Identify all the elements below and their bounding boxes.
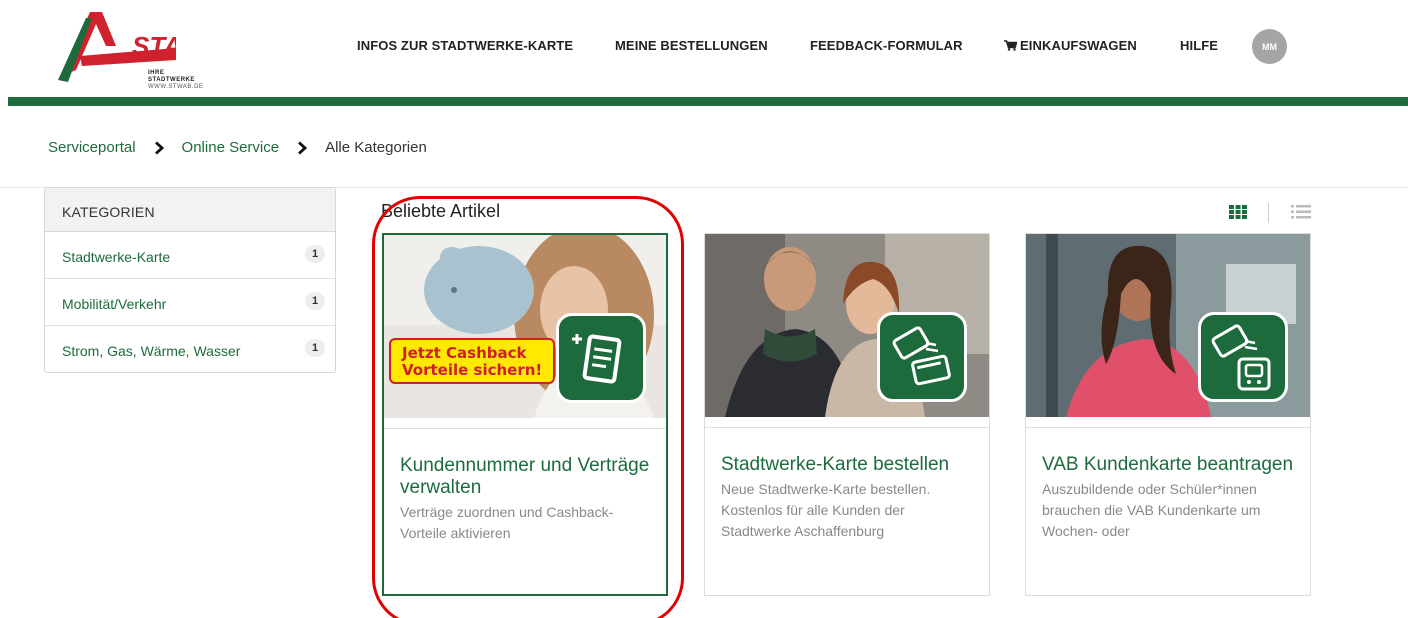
card-description: Verträge zuordnen und Cashback-Vorteile … bbox=[400, 504, 614, 541]
sidebar-item-label: Strom, Gas, Wärme, Wasser bbox=[62, 343, 241, 359]
count-badge: 1 bbox=[305, 292, 325, 310]
contract-list-icon bbox=[556, 313, 646, 403]
cashback-promo-label: Jetzt Cashback Vorteile sichern! bbox=[389, 338, 555, 384]
card-description: Auszubildende oder Schüler*innen brauche… bbox=[1042, 481, 1261, 539]
category-sidebar: KATEGORIEN Stadtwerke-Karte 1 Mobilität/… bbox=[44, 187, 336, 373]
card-order-icon bbox=[877, 312, 967, 402]
site-header: STA IHRE STADTWERKE WWW.STWAB.DE INFOS Z… bbox=[0, 0, 1408, 97]
bus-card-icon bbox=[1198, 312, 1288, 402]
nav-infos-stadtwerke-karte[interactable]: INFOS ZUR STADTWERKE-KARTE bbox=[357, 38, 573, 53]
card-title[interactable]: Stadtwerke-Karte bestellen bbox=[721, 454, 973, 476]
card-text-fade bbox=[705, 565, 989, 595]
article-card-vab-kundenkarte[interactable]: VAB Kundenkarte beantragen Auszubildende… bbox=[1025, 233, 1311, 596]
list-view-icon[interactable] bbox=[1291, 205, 1311, 219]
section-title: Beliebte Artikel bbox=[381, 201, 501, 221]
view-toggle-divider bbox=[1268, 203, 1269, 223]
nav-meine-bestellungen[interactable]: MEINE BESTELLUNGEN bbox=[615, 38, 768, 53]
header-accent-bar bbox=[8, 97, 1408, 106]
sidebar-title: KATEGORIEN bbox=[45, 188, 335, 232]
card-spacer bbox=[384, 418, 666, 429]
grid-view-icon[interactable] bbox=[1229, 205, 1247, 219]
card-description: Neue Stadtwerke-Karte bestellen. Kostenl… bbox=[721, 481, 931, 539]
breadcrumb: Serviceportal Online Service Alle Katego… bbox=[48, 139, 427, 156]
article-card-kundennummer[interactable]: Jetzt Cashback Vorteile sichern! Kundenn… bbox=[382, 233, 668, 596]
breadcrumb-online-service[interactable]: Online Service bbox=[182, 139, 280, 156]
sidebar-item-label: Mobilität/Verkehr bbox=[62, 296, 167, 312]
nav-feedback-formular[interactable]: FEEDBACK-FORMULAR bbox=[810, 38, 963, 53]
nav-hilfe[interactable]: HILFE bbox=[1180, 38, 1218, 53]
asta-logo[interactable]: STA IHRE STADTWERKE WWW.STWAB.DE bbox=[56, 10, 203, 92]
card-spacer bbox=[1026, 417, 1310, 428]
sidebar-item-strom-gas-waerme-wasser[interactable]: Strom, Gas, Wärme, Wasser 1 bbox=[45, 326, 335, 372]
nav-einkaufswagen-label: EINKAUFSWAGEN bbox=[1020, 38, 1137, 53]
card-title[interactable]: Kundennummer und Verträge verwalten bbox=[400, 455, 650, 499]
logo-tagline: IHRE STADTWERKE WWW.STWAB.DE bbox=[148, 70, 204, 90]
card-image: Jetzt Cashback Vorteile sichern! bbox=[384, 235, 666, 418]
sidebar-item-mobilitaet-verkehr[interactable]: Mobilität/Verkehr 1 bbox=[45, 279, 335, 326]
article-card-stadtwerke-karte[interactable]: Stadtwerke-Karte bestellen Neue Stadtwer… bbox=[704, 233, 990, 596]
nav-einkaufswagen[interactable]: EINKAUFSWAGEN bbox=[1004, 38, 1137, 53]
count-badge: 1 bbox=[305, 339, 325, 357]
user-avatar[interactable]: MM bbox=[1252, 29, 1287, 64]
sidebar-item-label: Stadtwerke-Karte bbox=[62, 249, 171, 265]
sidebar-item-stadtwerke-karte[interactable]: Stadtwerke-Karte 1 bbox=[45, 232, 335, 279]
breadcrumb-serviceportal[interactable]: Serviceportal bbox=[48, 139, 136, 156]
card-spacer bbox=[705, 417, 989, 428]
count-badge: 1 bbox=[305, 245, 325, 263]
card-image bbox=[1026, 234, 1310, 417]
card-title[interactable]: VAB Kundenkarte beantragen bbox=[1042, 454, 1294, 476]
cart-icon bbox=[1004, 40, 1017, 51]
chevron-right-icon bbox=[298, 140, 308, 155]
svg-text:STA: STA bbox=[132, 31, 176, 61]
chevron-right-icon bbox=[154, 140, 164, 155]
card-text-fade bbox=[1026, 565, 1310, 595]
card-image bbox=[705, 234, 989, 417]
breadcrumb-current: Alle Kategorien bbox=[325, 139, 427, 156]
